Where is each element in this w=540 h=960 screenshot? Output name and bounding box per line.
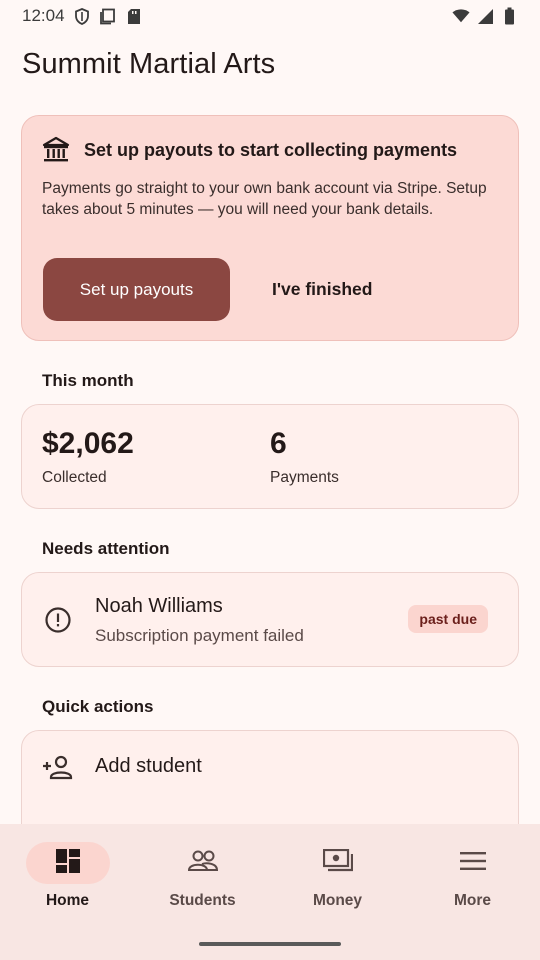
nav-students-pill [161,842,245,884]
payout-setup-banner: Set up payouts to start collecting payme… [21,115,519,341]
collected-stat: $2,062 Collected [42,427,134,487]
collected-label: Collected [42,469,107,486]
nav-more-pill [431,842,515,884]
nav-more-label: More [453,892,492,909]
collected-value: $2,062 [42,427,134,460]
status-time: 12:04 [22,6,65,25]
quick-actions-heading: Quick actions [42,697,154,716]
nav-home-label: Home [45,892,90,909]
dashboard-icon [55,848,81,879]
battery-icon [500,7,518,25]
shield-icon [73,7,91,25]
attention-student-name: Noah Williams [95,595,223,617]
nav-money-pill [296,842,380,884]
attention-description: Subscription payment failed [95,626,304,645]
banner-description: Payments go straight to your own bank ac… [42,180,487,218]
this-month-heading: This month [42,371,134,390]
people-icon [187,849,218,878]
bottom-navigation: Home Students Money More [0,824,540,960]
needs-attention-heading: Needs attention [42,539,170,558]
this-month-card: $2,062 Collected 6 Payments [21,404,519,509]
money-icon [322,848,353,878]
status-badge: past due [408,605,488,633]
page-title: Summit Martial Arts [22,48,276,80]
nav-home[interactable]: Home [0,842,135,910]
nav-money[interactable]: Money [270,842,405,910]
signal-icon [476,7,494,25]
sd-card-icon [125,7,143,25]
menu-icon [459,851,486,876]
bank-icon [42,136,70,164]
banner-title: Set up payouts to start collecting payme… [84,139,458,160]
nav-students[interactable]: Students [135,842,270,910]
nav-money-label: Money [312,892,363,909]
gesture-handle[interactable] [199,942,341,946]
payments-label: Payments [270,469,339,486]
set-up-payouts-button[interactable]: Set up payouts [43,258,230,321]
screen-icon [99,7,117,25]
attention-item[interactable]: Noah Williams Subscription payment faile… [21,572,519,667]
finished-button[interactable]: I've finished [272,279,372,300]
alert-circle-icon [44,606,72,634]
wifi-icon [452,7,470,25]
add-student-label: Add student [95,755,202,777]
payments-stat: 6 Payments [270,427,339,487]
payments-value: 6 [270,427,287,460]
add-person-icon [42,753,74,781]
nav-students-label: Students [169,892,236,909]
status-bar: 12:04 [0,0,540,32]
nav-more[interactable]: More [405,842,540,910]
nav-home-indicator [25,842,110,884]
